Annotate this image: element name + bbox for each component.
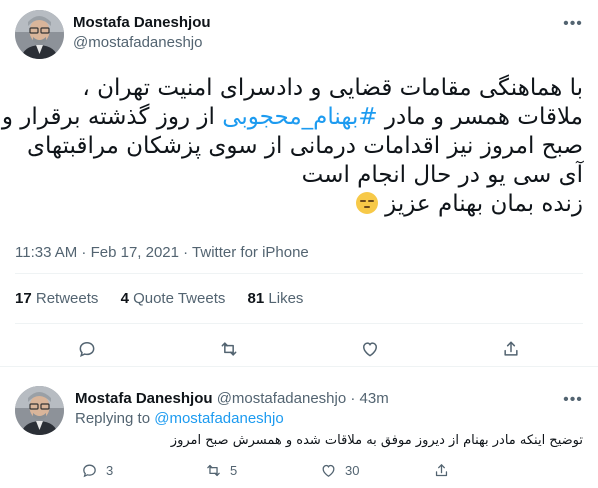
retweet-icon[interactable]	[216, 336, 242, 362]
like-icon[interactable]	[357, 336, 383, 362]
hashtag-link[interactable]: #بهنام_محجوبی	[222, 104, 377, 130]
reply-icon[interactable]	[74, 336, 100, 362]
tweet-text: با هماهنگی مقامات قضایی و دادسرای امنیت …	[2, 74, 583, 219]
reply-retweet-action[interactable]: 5	[205, 462, 237, 479]
reply-author-avatar[interactable]	[15, 386, 64, 435]
reply-author-meta[interactable]: @mostafadaneshjo · 43m	[217, 390, 389, 407]
reply-header: Mostafa Daneshjou @mostafadaneshjo · 43m	[75, 390, 389, 407]
quotes-label: Quote Tweets	[133, 290, 226, 307]
tweet-line-text: زنده بمان بهنام عزیز	[385, 191, 583, 217]
more-options-icon[interactable]: •••	[563, 14, 583, 34]
share-icon[interactable]	[498, 336, 524, 362]
tweet-line-segment: ملاقات همسر و مادر	[377, 104, 583, 130]
retweets-label: Retweets	[35, 290, 99, 307]
reply-reply-action[interactable]: 3	[81, 462, 113, 479]
retweets-count: 17	[15, 290, 32, 307]
retweet-icon	[207, 464, 220, 477]
author-handle[interactable]: @mostafadaneshjo	[73, 34, 202, 51]
likes-count: 81	[247, 290, 265, 307]
main-tweet: Mostafa Daneshjou @mostafadaneshjo ••• ب…	[0, 0, 598, 366]
likes-label: Likes	[268, 290, 304, 307]
replying-to: Replying to @mostafadaneshjo	[75, 410, 284, 427]
reply-like-action[interactable]: 30	[320, 462, 359, 479]
retweets-stat[interactable]: 17 Retweets	[15, 290, 98, 307]
tweet-line: آی سی یو در حال انجام است	[301, 162, 583, 188]
tweet-line: صبح امروز نیز اقدامات درمانی از سوی پزشک…	[26, 133, 583, 159]
reply-icon	[83, 464, 96, 478]
reply-count: 3	[106, 463, 114, 478]
tweet-line-segment: از روز گذشته برقرار و	[1, 104, 223, 130]
reply-share-action[interactable]	[433, 462, 450, 479]
pensive-face-emoji-icon	[355, 192, 378, 214]
share-icon	[435, 464, 448, 477]
like-icon	[322, 464, 335, 477]
replying-to-handle[interactable]: @mostafadaneshjo	[154, 410, 283, 427]
tweet-stats: 17 Retweets 4 Quote Tweets 81 Likes	[15, 290, 303, 307]
likes-stat[interactable]: 81 Likes	[248, 290, 304, 307]
quote-tweets-stat[interactable]: 4 Quote Tweets	[121, 290, 226, 307]
tweet-timestamp[interactable]: 11:33 AM · Feb 17, 2021 · Twitter for iP…	[15, 244, 309, 261]
author-name[interactable]: Mostafa Daneshjou	[73, 14, 211, 31]
tweet-line: زنده بمان بهنام عزیز	[15, 190, 583, 219]
quotes-count: 4	[120, 290, 129, 307]
tweet-line-with-hashtag: ملاقات همسر و مادر #بهنام_محجوبی از روز …	[2, 103, 583, 132]
reply-more-options-icon[interactable]: •••	[563, 390, 583, 410]
tweet-line: با هماهنگی مقامات قضایی و دادسرای امنیت …	[82, 75, 583, 101]
thread-divider	[0, 366, 598, 367]
reply-retweet-count: 5	[230, 463, 238, 478]
author-avatar[interactable]	[15, 10, 64, 59]
reply-author-name[interactable]: Mostafa Daneshjou	[75, 390, 213, 407]
divider	[15, 323, 583, 324]
divider	[15, 273, 583, 274]
replying-to-prefix: Replying to	[75, 410, 151, 427]
reply-text: توضیح اینکه مادر بهنام از دیروز موفق به …	[170, 433, 583, 448]
reply-like-count: 30	[345, 463, 360, 478]
